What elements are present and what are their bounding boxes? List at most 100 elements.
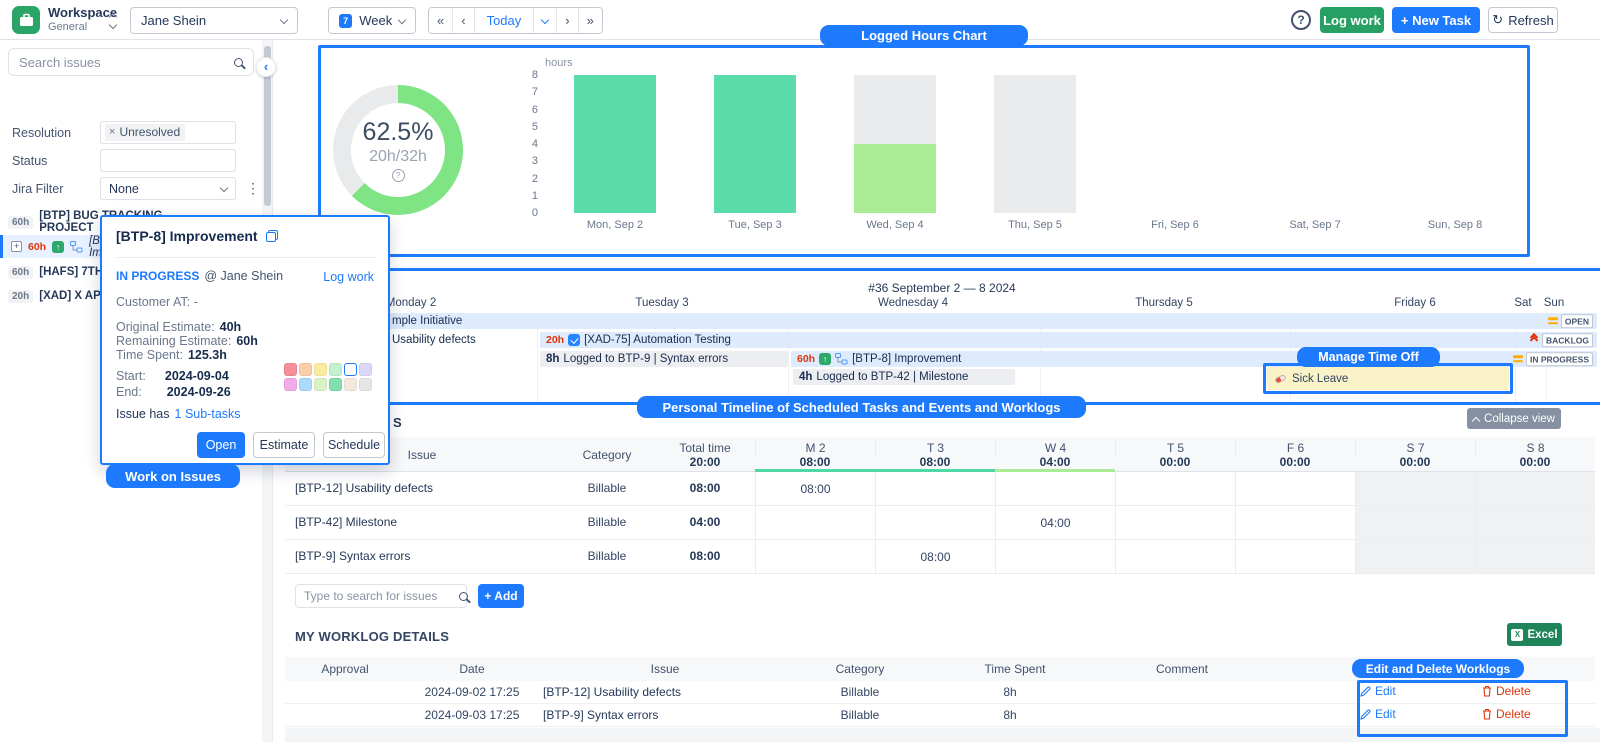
color-swatch[interactable]: [329, 363, 342, 376]
timeline-bar-btp8[interactable]: 60h ↑ [BTP-8] Improvement IN PROGRESS: [791, 351, 1597, 367]
priority-medium-icon: [1513, 355, 1523, 364]
sick-leave-label: Sick Leave: [1292, 373, 1348, 385]
nav-next-button[interactable]: ›: [556, 8, 577, 33]
delete-worklog-button[interactable]: Delete: [1482, 707, 1531, 721]
color-swatch[interactable]: [314, 378, 327, 391]
summary-day-cell[interactable]: [1115, 540, 1235, 574]
summary-day-cell[interactable]: [995, 472, 1115, 506]
refresh-button[interactable]: ↻ Refresh: [1488, 7, 1558, 33]
summary-day-cell[interactable]: [875, 472, 995, 506]
summary-day-cell[interactable]: [1355, 540, 1475, 574]
summary-day-cell[interactable]: 08:00: [875, 540, 995, 574]
color-swatch[interactable]: [284, 378, 297, 391]
resolution-filter[interactable]: ×Unresolved: [100, 121, 236, 144]
log-work-button[interactable]: Log work: [1320, 7, 1384, 33]
remove-tag-icon[interactable]: ×: [109, 126, 115, 138]
summary-day-cell[interactable]: [875, 506, 995, 540]
timeline-worklog-btp42[interactable]: 4h Logged to BTP-42 | Milestone: [793, 369, 1015, 385]
pencil-icon: [1360, 686, 1371, 697]
sick-leave-bar[interactable]: Sick Leave: [1267, 367, 1509, 390]
color-swatch[interactable]: [299, 378, 312, 391]
workspace-title: Workspace: [48, 5, 117, 20]
sidebar-collapse-button[interactable]: ‹: [256, 57, 276, 77]
new-task-button[interactable]: + New Task: [1392, 7, 1480, 33]
jira-filter-select[interactable]: None: [100, 177, 236, 200]
search-issues-input[interactable]: [19, 55, 234, 70]
subtask-link[interactable]: 1 Sub-tasks: [175, 407, 241, 421]
copy-icon[interactable]: [266, 230, 278, 242]
logged-hours-chart-annotation: Logged Hours Chart: [820, 25, 1028, 46]
briefcase-icon: [19, 13, 34, 27]
day-header-tuesday: Tuesday 3: [602, 297, 722, 309]
help-icon[interactable]: ?: [1291, 10, 1311, 30]
popup-status[interactable]: IN PROGRESS: [116, 269, 199, 283]
summary-row[interactable]: [BTP-9] Syntax errors Billable 08:00 08:…: [285, 540, 1595, 574]
field-value: 2024-09-04: [165, 369, 229, 383]
estimate-button[interactable]: Estimate: [253, 432, 315, 458]
delete-worklog-button[interactable]: Delete: [1482, 684, 1531, 698]
summary-day-cell[interactable]: [995, 540, 1115, 574]
nav-first-button[interactable]: «: [429, 8, 452, 33]
nav-prev-button[interactable]: ‹: [452, 8, 473, 33]
color-swatch[interactable]: [299, 363, 312, 376]
row-date: 2024-09-03 17:25: [402, 708, 542, 722]
summary-day-cell[interactable]: 04:00: [995, 506, 1115, 540]
summary-row[interactable]: [BTP-12] Usability defects Billable 08:0…: [285, 472, 1595, 506]
summary-day-cell[interactable]: [1355, 506, 1475, 540]
summary-day-cell[interactable]: [1235, 472, 1355, 506]
column-header-day: W 4: [995, 441, 1115, 455]
add-issue-button[interactable]: + Add: [478, 584, 524, 608]
period-select[interactable]: 7 Week: [328, 7, 416, 34]
initiative-label-fragment: mple Initiative: [392, 315, 462, 327]
color-swatch[interactable]: [344, 378, 357, 391]
x-axis-label: Mon, Sep 2: [545, 219, 685, 231]
column-day-total: 08:00: [875, 455, 995, 469]
color-swatch[interactable]: [359, 378, 372, 391]
summary-day-cell[interactable]: [1235, 540, 1355, 574]
bar-segment-remaining-scheduled: [854, 75, 936, 144]
kebab-menu-icon[interactable]: ⋮: [246, 181, 260, 195]
excel-export-button[interactable]: X Excel: [1507, 623, 1562, 646]
help-icon[interactable]: ?: [392, 169, 405, 182]
row-day-cells: 08:00: [755, 472, 1595, 506]
today-dropdown-button[interactable]: [533, 8, 556, 33]
summary-day-cell[interactable]: [1115, 472, 1235, 506]
color-swatch[interactable]: [329, 378, 342, 391]
summary-day-cell[interactable]: [1115, 506, 1235, 540]
color-swatch[interactable]: [284, 363, 297, 376]
status-filter[interactable]: [100, 149, 236, 172]
edit-worklog-button[interactable]: Edit: [1360, 707, 1396, 721]
issue-search-input[interactable]: [304, 589, 459, 603]
summary-day-cell[interactable]: [1235, 506, 1355, 540]
day-header-friday: Friday 6: [1355, 297, 1475, 309]
color-swatch[interactable]: [344, 363, 357, 376]
summary-day-cell[interactable]: 08:00: [755, 472, 875, 506]
summary-day-cell[interactable]: [1475, 472, 1595, 506]
resolution-tag[interactable]: ×Unresolved: [105, 124, 185, 141]
timeline-worklog-btp9[interactable]: 8h Logged to BTP-9 | Syntax errors: [540, 351, 788, 367]
divider: [116, 257, 376, 258]
edit-worklog-button[interactable]: Edit: [1360, 684, 1396, 698]
summary-row[interactable]: [BTP-42] Milestone Billable 04:00 04:00: [285, 506, 1595, 540]
user-select[interactable]: Jane Shein: [130, 7, 298, 34]
summary-day-cell[interactable]: [755, 540, 875, 574]
expand-icon[interactable]: +: [11, 241, 22, 252]
timeline-bar-xad75[interactable]: 20h [XAD-75] Automation Testing BACKLOG: [540, 332, 1597, 348]
timeline-bar-initiative[interactable]: OPEN: [285, 313, 1597, 329]
collapse-view-button[interactable]: Collapse view: [1467, 408, 1561, 429]
color-swatch[interactable]: [314, 363, 327, 376]
nav-last-button[interactable]: »: [578, 8, 602, 33]
schedule-button[interactable]: Schedule: [323, 432, 385, 458]
color-swatch[interactable]: [359, 363, 372, 376]
summary-day-cell[interactable]: [755, 506, 875, 540]
popup-log-work-link[interactable]: Log work: [323, 270, 374, 284]
today-button[interactable]: Today: [474, 8, 534, 33]
status-badge: BACKLOG: [1542, 333, 1593, 347]
summary-day-cell[interactable]: [1475, 506, 1595, 540]
summary-day-cell[interactable]: [1475, 540, 1595, 574]
open-button[interactable]: Open: [197, 432, 245, 458]
summary-day-cell[interactable]: [1355, 472, 1475, 506]
workspace-switcher[interactable]: [110, 11, 116, 28]
workspace-icon[interactable]: [12, 6, 40, 34]
calendar-icon: 7: [339, 14, 352, 28]
